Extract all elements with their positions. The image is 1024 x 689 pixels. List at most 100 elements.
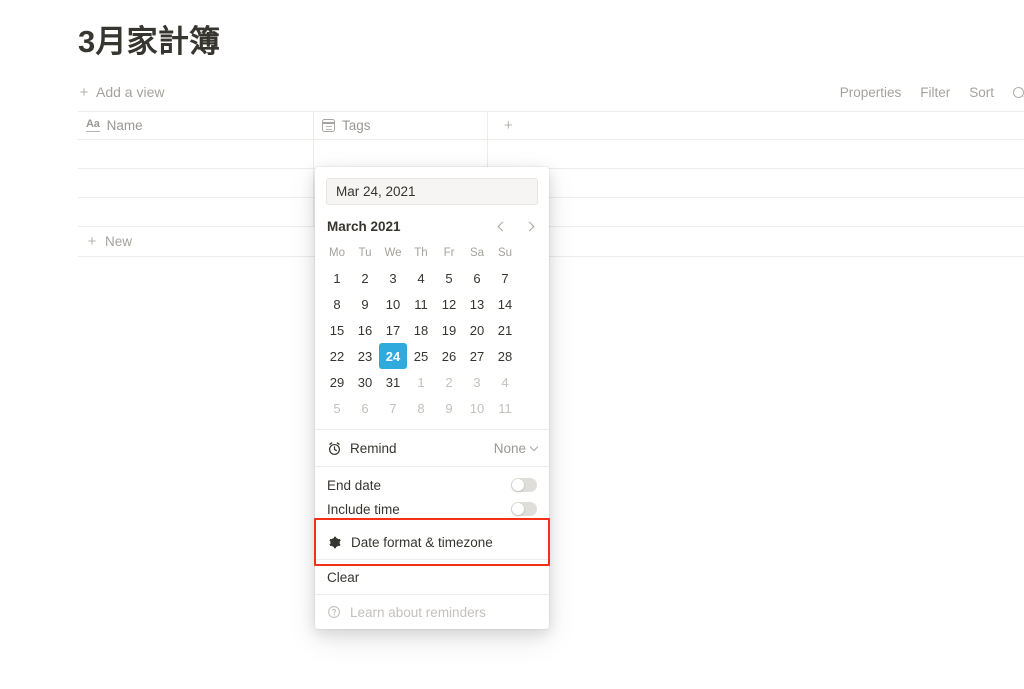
calendar-day[interactable]: 3 bbox=[463, 369, 491, 395]
calendar-day[interactable]: 21 bbox=[491, 317, 519, 343]
calendar-week-row: 22 23 24 25 26 27 28 bbox=[323, 343, 541, 369]
calendar-day[interactable]: 4 bbox=[491, 369, 519, 395]
include-time-label: Include time bbox=[327, 501, 400, 517]
calendar-day[interactable]: 5 bbox=[323, 395, 351, 421]
calendar-day[interactable]: 30 bbox=[351, 369, 379, 395]
calendar-day[interactable]: 13 bbox=[463, 291, 491, 317]
cell-empty bbox=[488, 198, 1024, 226]
calendar-day[interactable]: 19 bbox=[435, 317, 463, 343]
calendar-day[interactable]: 10 bbox=[379, 291, 407, 317]
remind-value-label: None bbox=[493, 440, 526, 456]
clear-button[interactable]: Clear bbox=[315, 560, 549, 594]
calendar-day[interactable]: 7 bbox=[379, 395, 407, 421]
calendar-day[interactable]: 9 bbox=[351, 291, 379, 317]
calendar-month-label: March 2021 bbox=[327, 218, 401, 234]
calendar-prev-month-button[interactable] bbox=[495, 219, 510, 234]
calendar-weekday-row: Mo Tu We Th Fr Sa Su bbox=[323, 241, 541, 265]
end-date-label: End date bbox=[327, 477, 382, 493]
date-input[interactable] bbox=[326, 178, 538, 205]
table-row[interactable] bbox=[78, 169, 1024, 198]
clear-label: Clear bbox=[327, 569, 360, 585]
learn-about-reminders-button[interactable]: Learn about reminders bbox=[315, 595, 549, 629]
calendar-day[interactable]: 10 bbox=[463, 395, 491, 421]
properties-button[interactable]: Properties bbox=[840, 85, 902, 100]
weekday-label: Mo bbox=[329, 247, 345, 259]
calendar-day[interactable]: 18 bbox=[407, 317, 435, 343]
calendar-day[interactable]: 11 bbox=[491, 395, 519, 421]
database-table: Aa Name Tags + + New bbox=[78, 111, 1024, 283]
cell-empty bbox=[488, 169, 1024, 197]
add-view-button[interactable]: + Add a view bbox=[78, 80, 165, 104]
calendar-week-row: 15 16 17 18 19 20 21 bbox=[323, 317, 541, 343]
table-row[interactable] bbox=[78, 198, 1024, 227]
calendar-nav bbox=[495, 219, 537, 234]
toggle-knob bbox=[512, 479, 524, 491]
calendar-day-selected[interactable]: 24 bbox=[379, 343, 407, 369]
weekday-label: Sa bbox=[469, 247, 485, 259]
cell-name[interactable] bbox=[78, 169, 314, 197]
end-date-toggle[interactable] bbox=[511, 478, 537, 492]
calendar-week-row: 8 9 10 11 12 13 14 bbox=[323, 291, 541, 317]
end-date-row[interactable]: End date bbox=[327, 473, 537, 497]
table-row[interactable] bbox=[78, 140, 1024, 169]
filter-button[interactable]: Filter bbox=[920, 85, 950, 100]
date-format-timezone-button[interactable]: Date format & timezone bbox=[315, 525, 549, 559]
calendar-next-month-button[interactable] bbox=[522, 219, 537, 234]
plus-icon: + bbox=[504, 117, 513, 134]
include-time-toggle[interactable] bbox=[511, 502, 537, 516]
search-button[interactable]: S bbox=[1012, 85, 1024, 100]
calendar-day[interactable]: 20 bbox=[463, 317, 491, 343]
calendar-day[interactable]: 27 bbox=[463, 343, 491, 369]
column-header-tags[interactable]: Tags bbox=[314, 112, 488, 139]
plus-icon: + bbox=[79, 83, 89, 101]
add-column-button[interactable]: + bbox=[488, 112, 1024, 139]
sort-button[interactable]: Sort bbox=[969, 85, 994, 100]
calendar-day[interactable]: 25 bbox=[407, 343, 435, 369]
weekday-label: Fr bbox=[443, 247, 455, 259]
calendar-day[interactable]: 29 bbox=[323, 369, 351, 395]
calendar-day[interactable]: 12 bbox=[435, 291, 463, 317]
calendar-day[interactable]: 9 bbox=[435, 395, 463, 421]
calendar-day[interactable]: 2 bbox=[435, 369, 463, 395]
calendar-day[interactable]: 16 bbox=[351, 317, 379, 343]
calendar-day[interactable]: 2 bbox=[351, 265, 379, 291]
calendar-day[interactable]: 1 bbox=[407, 369, 435, 395]
remind-row[interactable]: Remind None bbox=[315, 430, 549, 466]
search-icon bbox=[1012, 86, 1024, 98]
calendar-day[interactable]: 15 bbox=[323, 317, 351, 343]
multi-select-icon bbox=[322, 119, 335, 132]
column-header-tags-label: Tags bbox=[342, 118, 371, 133]
calendar-day[interactable]: 17 bbox=[379, 317, 407, 343]
new-row-button[interactable]: + New bbox=[78, 227, 1024, 257]
calendar-day[interactable]: 5 bbox=[435, 265, 463, 291]
calendar-day[interactable]: 7 bbox=[491, 265, 519, 291]
calendar-day[interactable]: 3 bbox=[379, 265, 407, 291]
calendar-day[interactable]: 14 bbox=[491, 291, 519, 317]
calendar-day[interactable]: 22 bbox=[323, 343, 351, 369]
include-time-row[interactable]: Include time bbox=[327, 497, 537, 521]
column-header-name[interactable]: Aa Name bbox=[78, 112, 314, 139]
page-title: 3月家計簿 bbox=[78, 24, 221, 59]
calendar-day[interactable]: 4 bbox=[407, 265, 435, 291]
cell-empty bbox=[488, 140, 1024, 168]
calendar-day[interactable]: 31 bbox=[379, 369, 407, 395]
calendar-day[interactable]: 11 bbox=[407, 291, 435, 317]
add-view-label: Add a view bbox=[96, 84, 165, 100]
cell-tags[interactable] bbox=[314, 140, 488, 168]
cell-name[interactable] bbox=[78, 140, 314, 168]
calendar-day[interactable]: 1 bbox=[323, 265, 351, 291]
remind-value-select[interactable]: None bbox=[493, 440, 539, 456]
calendar-day[interactable]: 28 bbox=[491, 343, 519, 369]
calendar-day[interactable]: 8 bbox=[323, 291, 351, 317]
calendar-day[interactable]: 6 bbox=[351, 395, 379, 421]
calendar-day[interactable]: 26 bbox=[435, 343, 463, 369]
column-header-name-label: Name bbox=[106, 118, 143, 133]
calendar-week-row: 29 30 31 1 2 3 4 bbox=[323, 369, 541, 395]
chevron-right-icon bbox=[524, 221, 535, 231]
calendar-day[interactable]: 23 bbox=[351, 343, 379, 369]
calendar-day[interactable]: 6 bbox=[463, 265, 491, 291]
calendar-day[interactable]: 8 bbox=[407, 395, 435, 421]
view-toolbar-actions: Properties Filter Sort S bbox=[840, 80, 1024, 104]
cell-name[interactable] bbox=[78, 198, 314, 226]
weekday-label: Th bbox=[414, 247, 428, 259]
